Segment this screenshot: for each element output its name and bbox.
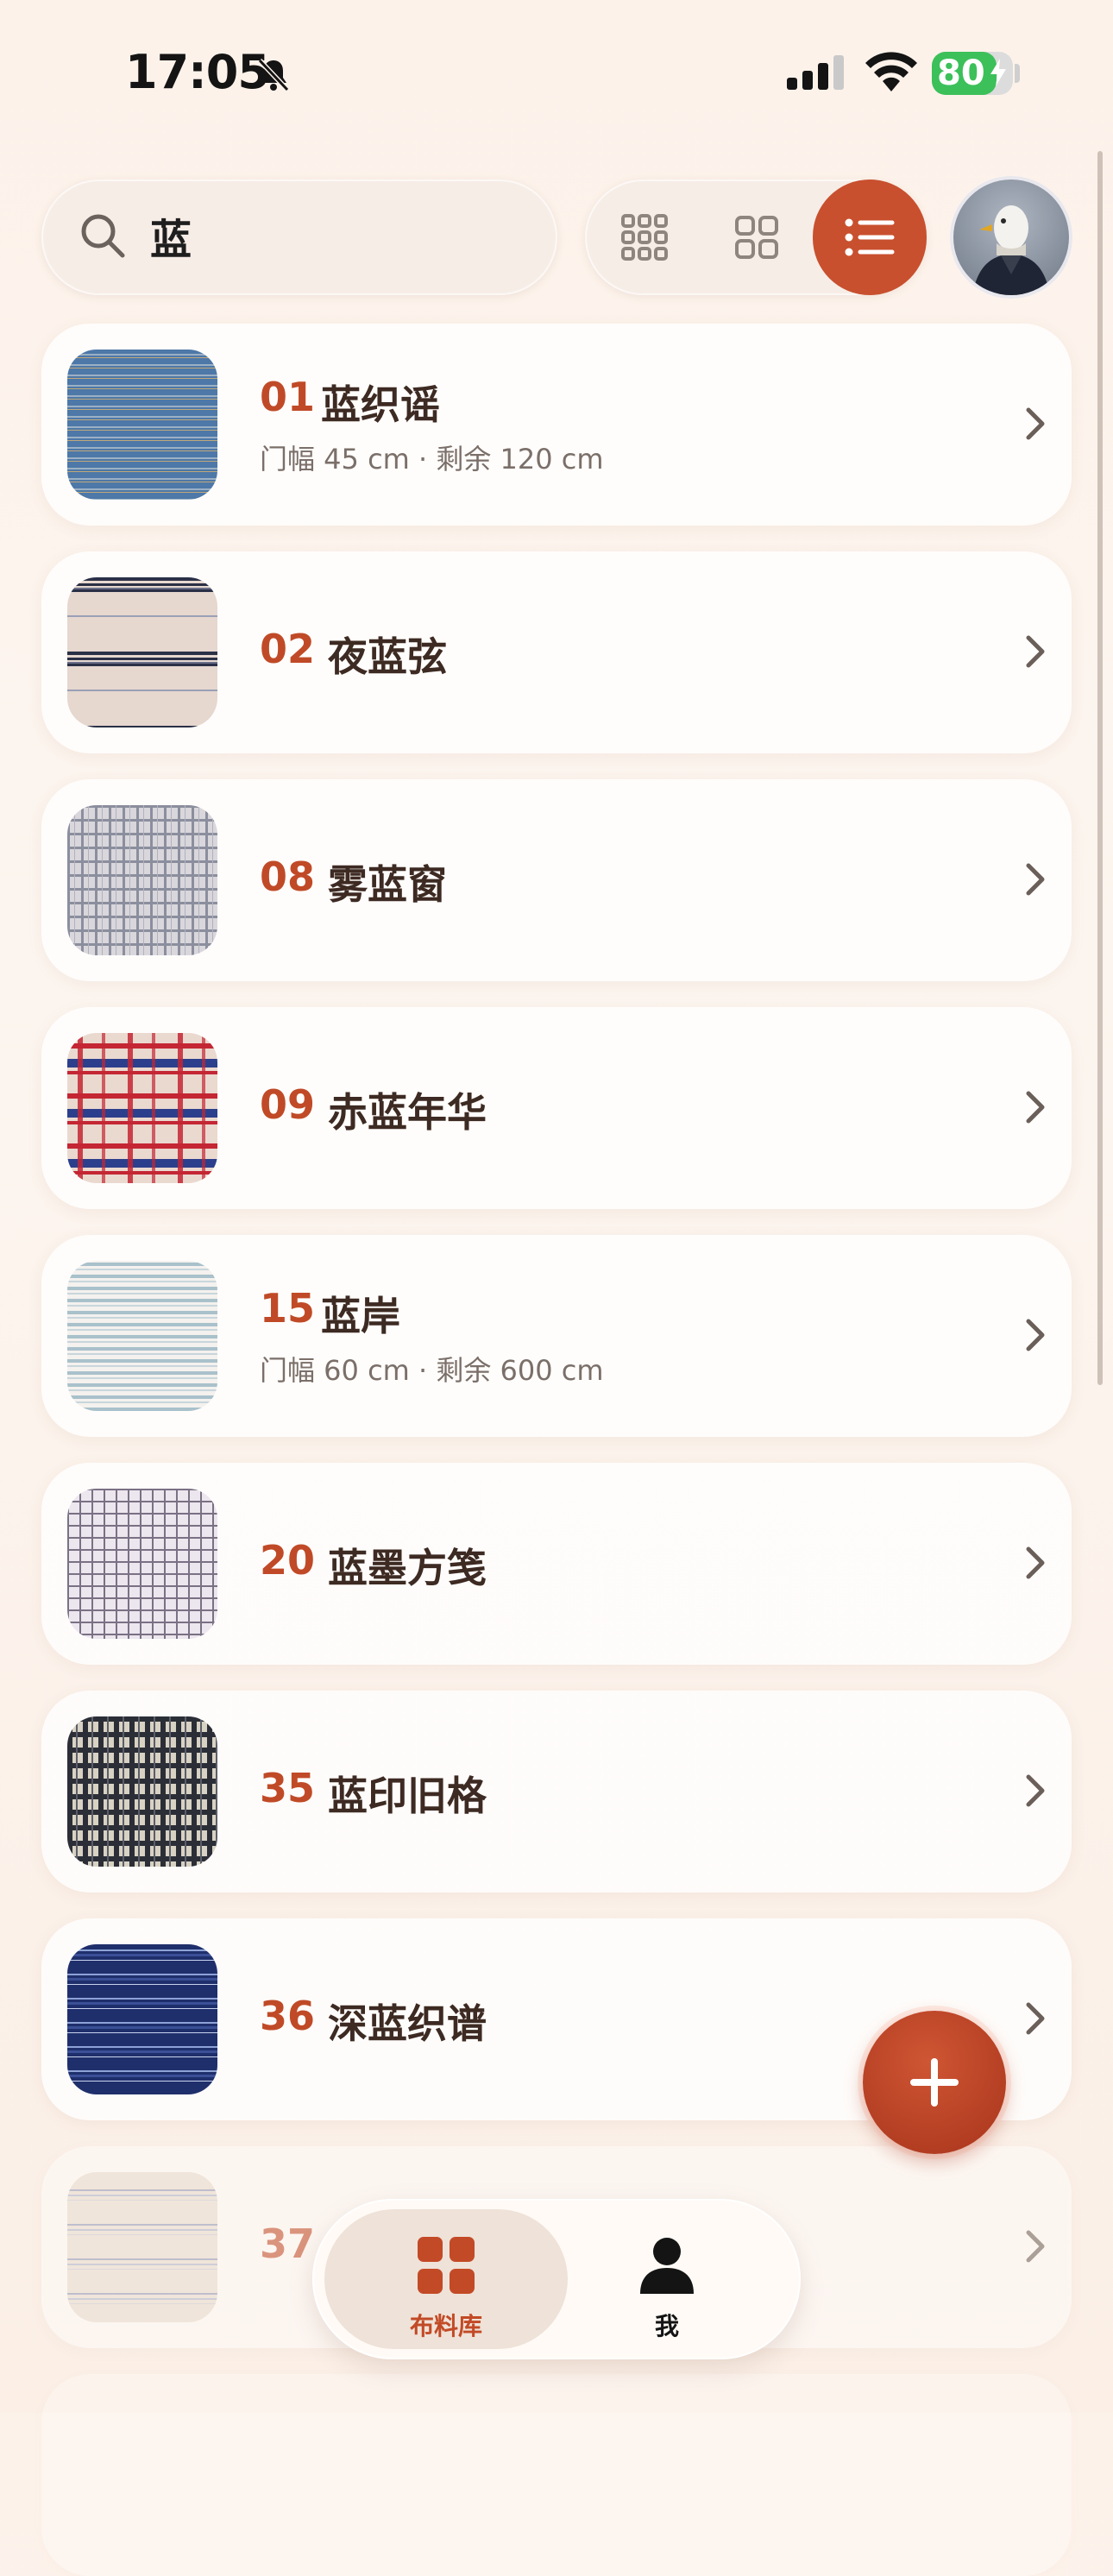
item-details: 门幅 60 cm · 剩余 600 cm (260, 1354, 604, 1387)
fabric-swatch (67, 1944, 217, 2094)
view-list-button[interactable] (813, 180, 927, 295)
tab-label: 布料库 (409, 2312, 482, 2340)
item-details: 门幅 45 cm · 剩余 120 cm (260, 443, 604, 476)
fabric-swatch (67, 805, 217, 955)
list-item[interactable] (41, 2374, 1072, 2576)
item-name: 蓝岸 (321, 1293, 400, 1339)
bottom-tab-bar: 布料库 我 (312, 2199, 801, 2359)
item-name: 赤蓝年华 (328, 1089, 487, 1136)
scrollbar[interactable] (1097, 151, 1103, 1385)
fabric-swatch (67, 1033, 217, 1183)
fabric-swatch (67, 350, 217, 500)
chevron-right-icon (1026, 1091, 1045, 1124)
view-grid-large-button[interactable] (701, 180, 813, 295)
item-number: 01 (260, 374, 316, 420)
list-item[interactable]: 09 赤蓝年华 (41, 1007, 1072, 1209)
item-number: 15 (260, 1285, 316, 1332)
fabric-swatch (67, 1716, 217, 1867)
chevron-right-icon (1026, 1319, 1045, 1351)
search-bar[interactable] (41, 180, 557, 295)
status-time: 17:05 (125, 45, 270, 99)
item-number: 20 (260, 1537, 316, 1584)
plus-icon (910, 2058, 959, 2107)
list-item[interactable]: 08 雾蓝窗 (41, 779, 1072, 981)
search-input[interactable] (148, 211, 531, 261)
grid-2x2-icon (735, 216, 778, 259)
item-number: 35 (260, 1765, 316, 1811)
wifi-icon (865, 52, 917, 95)
grid-icon (324, 2237, 568, 2294)
status-bar: 17:05 80 (0, 0, 1113, 151)
list-item[interactable]: 20 蓝墨方笺 (41, 1463, 1072, 1665)
charging-bolt-icon (990, 59, 1006, 90)
item-name: 夜蓝弦 (328, 633, 447, 680)
list-item[interactable]: 15 蓝岸 门幅 60 cm · 剩余 600 cm (41, 1235, 1072, 1437)
battery-indicator: 80 (932, 52, 1013, 95)
chevron-right-icon (1026, 863, 1045, 896)
chevron-right-icon (1026, 635, 1045, 668)
item-name: 蓝墨方笺 (328, 1545, 487, 1591)
item-name: 蓝印旧格 (328, 1773, 487, 1819)
grid-3x3-icon (621, 214, 668, 261)
person-icon (545, 2237, 789, 2294)
fabric-swatch (67, 577, 217, 727)
tab-me[interactable]: 我 (545, 2209, 789, 2349)
chevron-right-icon (1026, 2230, 1045, 2263)
item-number: 02 (260, 626, 316, 672)
cellular-signal-icon (787, 55, 846, 93)
chevron-right-icon (1026, 1546, 1045, 1579)
chevron-right-icon (1026, 2002, 1045, 2035)
eagle-avatar-image (972, 205, 1050, 295)
list-icon (845, 218, 895, 256)
battery-percent: 80 (937, 54, 985, 93)
search-icon (79, 212, 126, 262)
tab-fabric-library[interactable]: 布料库 (324, 2209, 568, 2349)
fabric-swatch (67, 1489, 217, 1639)
item-name: 雾蓝窗 (328, 861, 447, 908)
fabric-swatch (67, 2172, 217, 2322)
bell-muted-icon (255, 55, 292, 97)
item-number: 37 (260, 2220, 316, 2267)
item-name: 深蓝织谱 (328, 2000, 487, 2047)
list-item[interactable]: 01 蓝织谣 门幅 45 cm · 剩余 120 cm (41, 324, 1072, 526)
item-number: 08 (260, 853, 316, 900)
item-name: 蓝织谣 (321, 381, 440, 428)
tab-label: 我 (654, 2312, 679, 2340)
chevron-right-icon (1026, 407, 1045, 440)
view-mode-toggle (585, 180, 927, 295)
fabric-swatch (67, 1261, 217, 1411)
item-number: 09 (260, 1081, 316, 1128)
item-number: 36 (260, 1993, 316, 2039)
list-item[interactable]: 02 夜蓝弦 (41, 551, 1072, 753)
view-grid-small-button[interactable] (588, 180, 701, 295)
profile-avatar[interactable] (953, 180, 1069, 295)
list-item[interactable]: 35 蓝印旧格 (41, 1691, 1072, 1893)
add-fabric-button[interactable] (863, 2011, 1006, 2154)
chevron-right-icon (1026, 1774, 1045, 1807)
battery-cap (1015, 64, 1020, 83)
